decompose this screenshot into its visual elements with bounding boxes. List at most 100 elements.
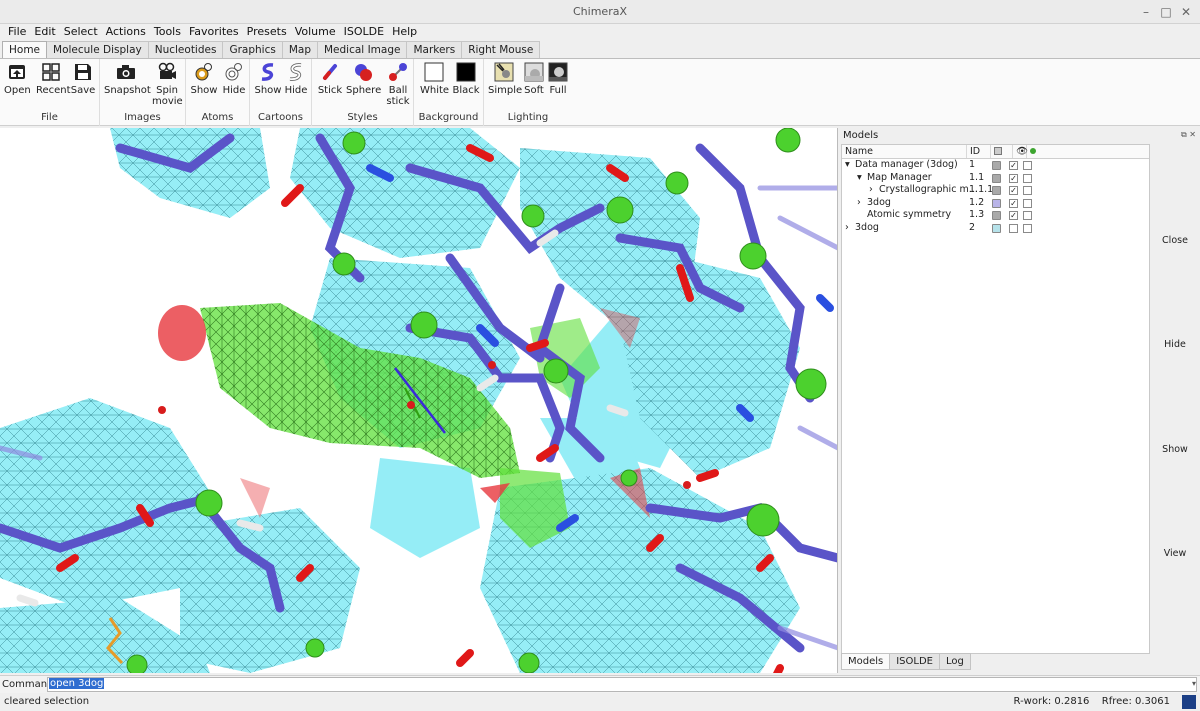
- sphere-icon: [355, 64, 372, 81]
- tab-log[interactable]: Log: [939, 653, 971, 670]
- tab-isolde[interactable]: ISOLDE: [889, 653, 940, 670]
- tab-molecule-display[interactable]: Molecule Display: [46, 41, 149, 58]
- menu-file[interactable]: File: [4, 24, 30, 41]
- model-row[interactable]: › 3dog 2: [842, 222, 1149, 235]
- background-black-button[interactable]: Black: [452, 62, 480, 96]
- select-checkbox[interactable]: [1023, 223, 1032, 233]
- menu-volume[interactable]: Volume: [291, 24, 340, 41]
- close-icon[interactable]: ✕: [1178, 4, 1194, 20]
- cartoons-hide-button[interactable]: Hide: [282, 62, 310, 96]
- isolde-status-icon[interactable]: [1182, 695, 1196, 709]
- models-panel: Models ⧉ ✕ Name ID 👁 ▾ Data manager (3dog…: [839, 128, 1200, 673]
- model-color-swatch[interactable]: [992, 186, 1001, 195]
- shown-checkbox[interactable]: ✓: [1009, 161, 1018, 170]
- sphere-button[interactable]: Sphere: [346, 62, 381, 96]
- shown-checkbox[interactable]: ✓: [1009, 198, 1018, 208]
- background-white-button[interactable]: White: [420, 62, 449, 96]
- expand-arrow-icon[interactable]: ›: [857, 197, 861, 209]
- cartoons-show-button[interactable]: Show: [254, 62, 282, 96]
- stick-button[interactable]: Stick: [316, 62, 344, 96]
- snapshot-button[interactable]: Snapshot: [104, 62, 151, 96]
- shown-checkbox[interactable]: ✓: [1009, 211, 1018, 220]
- tab-medical-image[interactable]: Medical Image: [317, 41, 408, 58]
- expand-arrow-icon[interactable]: ▾: [845, 159, 850, 171]
- eye-icon[interactable]: 👁: [1013, 145, 1028, 158]
- lighting-simple-button[interactable]: Simple: [488, 62, 522, 96]
- expand-arrow-icon[interactable]: ›: [845, 222, 849, 234]
- view-button[interactable]: View: [1153, 544, 1197, 564]
- col-id[interactable]: ID: [967, 145, 991, 158]
- tab-graphics[interactable]: Graphics: [222, 41, 283, 58]
- minimize-icon[interactable]: –: [1138, 4, 1154, 20]
- tab-map[interactable]: Map: [281, 41, 318, 58]
- tab-home[interactable]: Home: [2, 41, 48, 58]
- menu-isolde[interactable]: ISOLDE: [340, 24, 388, 41]
- maximize-icon[interactable]: □: [1158, 4, 1174, 20]
- select-checkbox[interactable]: [1023, 211, 1032, 220]
- expand-arrow-icon[interactable]: ▾: [857, 172, 862, 184]
- col-color-icon[interactable]: [991, 145, 1013, 158]
- menu-help[interactable]: Help: [388, 24, 421, 41]
- model-row[interactable]: ▾ Data manager (3dog) 1 ✓: [842, 159, 1149, 172]
- tab-nucleotides[interactable]: Nucleotides: [147, 41, 224, 58]
- model-name: Crystallographic m...: [879, 184, 978, 195]
- shown-checkbox[interactable]: ✓: [1009, 173, 1018, 183]
- model-id: 2: [969, 221, 976, 233]
- panel-float-close-icons[interactable]: ⧉ ✕: [1181, 130, 1196, 140]
- model-id: 1.3: [969, 209, 985, 220]
- lighting-full-button[interactable]: Full: [546, 62, 570, 96]
- menu-edit[interactable]: Edit: [30, 24, 59, 41]
- lighting-soft-button[interactable]: Soft: [522, 62, 546, 96]
- tab-models[interactable]: Models: [841, 653, 891, 670]
- group-label-file: File: [41, 112, 58, 123]
- models-tree[interactable]: Name ID 👁 ▾ Data manager (3dog) 1 ✓ ▾ Map Man…: [841, 144, 1150, 654]
- model-row[interactable]: › 3dog 1.2 ✓: [842, 197, 1149, 210]
- group-cartoons: Show Hide Cartoons: [250, 59, 312, 126]
- expand-arrow-icon[interactable]: ›: [869, 184, 873, 196]
- shown-checkbox[interactable]: [1009, 223, 1018, 233]
- open-button[interactable]: Open: [4, 62, 31, 96]
- select-checkbox[interactable]: [1023, 161, 1032, 170]
- model-color-swatch[interactable]: [992, 173, 1001, 183]
- model-color-swatch[interactable]: [992, 198, 1001, 208]
- select-pointer-icon[interactable]: [1027, 145, 1041, 158]
- model-row[interactable]: ▾ Map Manager 1.1 ✓: [842, 172, 1149, 185]
- tab-right-mouse[interactable]: Right Mouse: [461, 41, 541, 58]
- hide-button[interactable]: Hide: [1153, 335, 1197, 355]
- model-color-swatch[interactable]: [992, 211, 1001, 220]
- graphics-viewport[interactable]: [0, 128, 838, 673]
- model-name: 3dog: [867, 196, 891, 208]
- col-name[interactable]: Name: [842, 145, 967, 158]
- atoms-show-button[interactable]: Show: [190, 62, 218, 96]
- spin-movie-button[interactable]: Spin movie: [152, 62, 183, 107]
- model-color-swatch[interactable]: [992, 161, 1001, 170]
- ball-stick-button[interactable]: Ball stick: [384, 62, 412, 107]
- command-input[interactable]: open 3dog: [47, 677, 1197, 692]
- close-button[interactable]: Close: [1153, 231, 1197, 251]
- group-images: Snapshot Spin movie Images: [100, 59, 186, 126]
- ribbon-tab-bar: Home Molecule Display Nucleotides Graphi…: [0, 41, 1200, 59]
- movie-camera-icon: [158, 62, 176, 79]
- atoms-hide-button[interactable]: Hide: [220, 62, 248, 96]
- menu-tools[interactable]: Tools: [150, 24, 185, 41]
- select-checkbox[interactable]: [1023, 186, 1032, 195]
- group-label-atoms: Atoms: [201, 112, 234, 123]
- show-button[interactable]: Show: [1153, 440, 1197, 460]
- menu-actions[interactable]: Actions: [102, 24, 150, 41]
- atoms-hide-icon: [225, 63, 242, 81]
- shown-checkbox[interactable]: ✓: [1009, 186, 1018, 195]
- save-button[interactable]: Save: [70, 62, 96, 96]
- menu-favorites[interactable]: Favorites: [185, 24, 243, 41]
- menu-select[interactable]: Select: [60, 24, 102, 41]
- model-row[interactable]: Atomic symmetry 1.3 ✓: [842, 209, 1149, 222]
- recent-button[interactable]: Recent: [36, 62, 71, 96]
- model-row[interactable]: › Crystallographic m... 1.1.1 ✓: [842, 184, 1149, 197]
- menu-presets[interactable]: Presets: [243, 24, 291, 41]
- model-color-swatch[interactable]: [992, 223, 1001, 233]
- select-checkbox[interactable]: [1023, 198, 1032, 208]
- command-history-dropdown-icon[interactable]: ▾: [1192, 679, 1196, 688]
- select-checkbox[interactable]: [1023, 173, 1032, 183]
- atoms-show-icon: [195, 63, 212, 81]
- tab-markers[interactable]: Markers: [406, 41, 463, 58]
- black-swatch-icon: [456, 62, 476, 82]
